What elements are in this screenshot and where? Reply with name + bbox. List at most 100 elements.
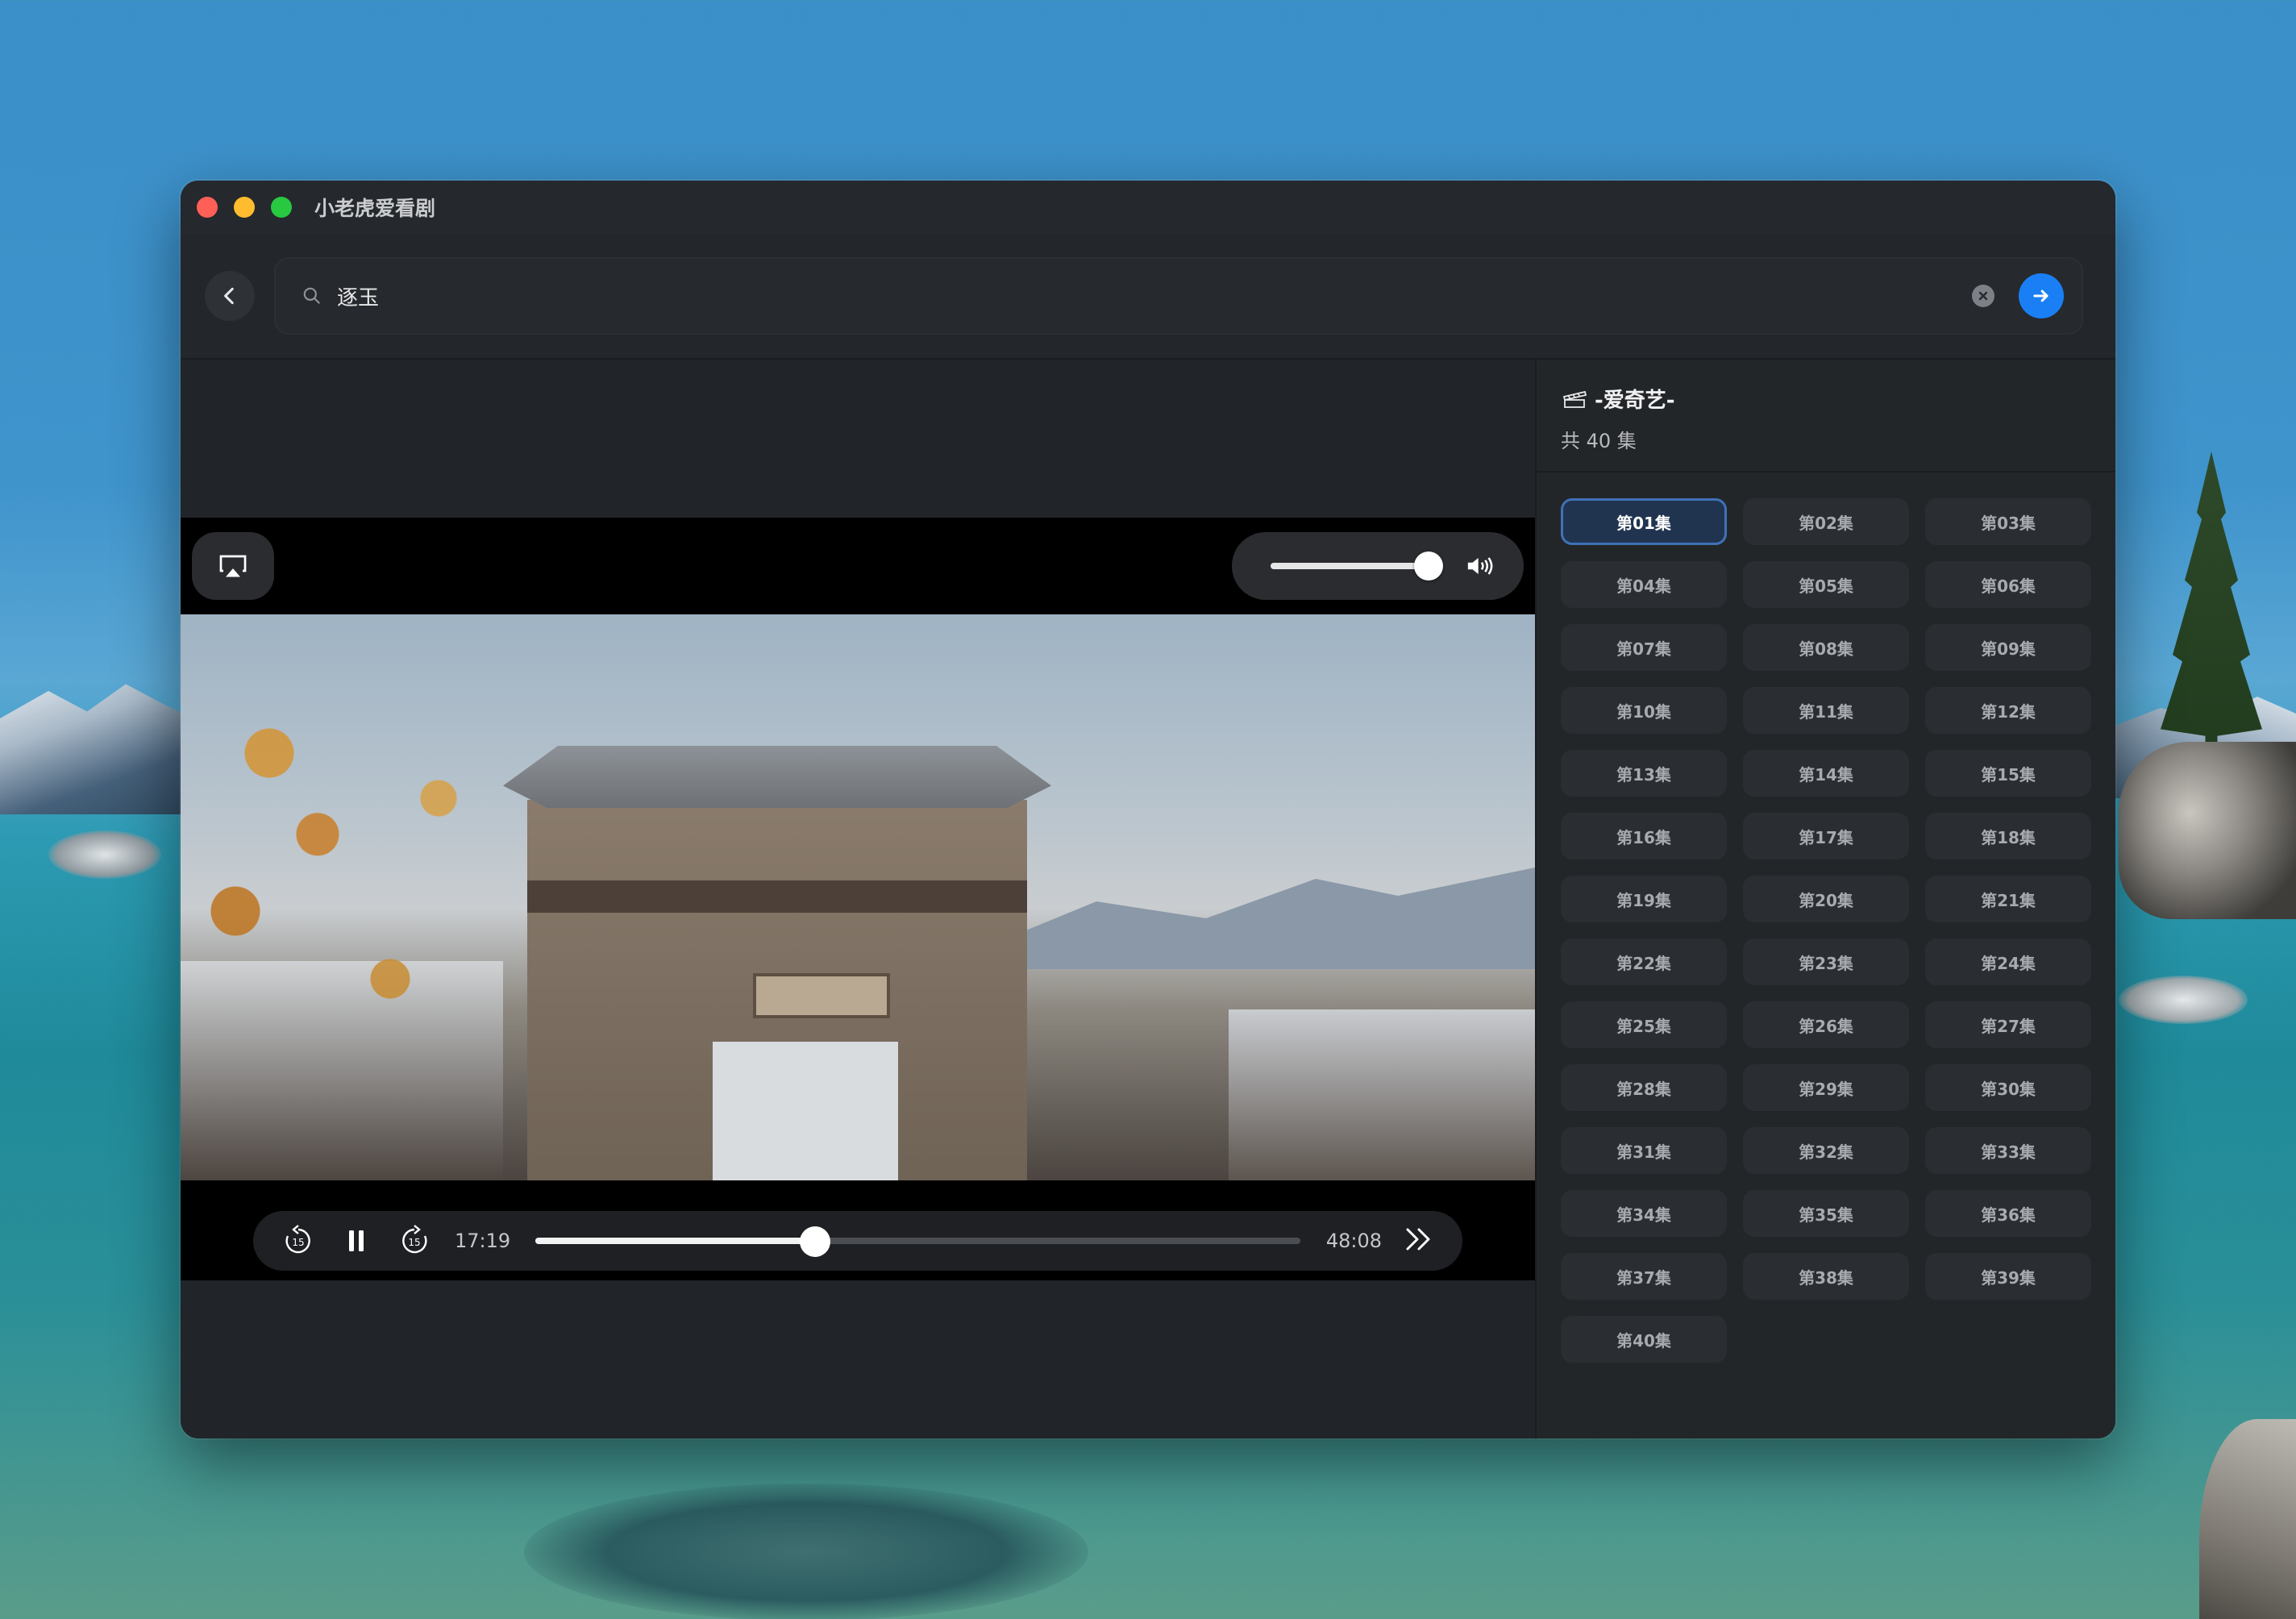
close-window-button[interactable] [197, 197, 218, 218]
episode-sidebar: -爱奇艺- 共 40 集 第01集 第02集 第03集第04集 第05集 第06集第07… [1535, 360, 2115, 1438]
current-time: 17:19 [455, 1230, 511, 1252]
volume-slider[interactable] [1271, 551, 1443, 581]
episode-button[interactable]: 第26集 [1743, 1001, 1909, 1048]
volume-slider-knob[interactable] [1414, 551, 1443, 581]
desktop-rock [48, 830, 161, 879]
progress-knob[interactable] [800, 1226, 831, 1257]
svg-text:15: 15 [408, 1237, 420, 1248]
volume-control [1232, 532, 1524, 600]
app-window: 小老虎爱看剧 逐玉 15 15 17:19 48:08 -爱奇艺- 共 40 集… [181, 181, 2115, 1438]
back-button[interactable] [205, 271, 255, 321]
search-icon [303, 287, 320, 304]
episode-button[interactable]: 第14集 [1743, 750, 1909, 797]
episode-button[interactable]: 第31集 [1561, 1127, 1727, 1174]
progress-fill [535, 1238, 816, 1244]
episode-button[interactable]: 第32集 [1743, 1127, 1909, 1174]
desktop-rocks [2119, 742, 2296, 919]
progress-slider[interactable] [535, 1226, 1300, 1257]
episode-button[interactable]: 第40集 [1561, 1316, 1727, 1363]
episode-button[interactable]: 第38集 [1743, 1253, 1909, 1300]
airplay-icon [219, 555, 247, 577]
desktop-seabed [524, 1484, 1088, 1619]
episode-button[interactable]: 第29集 [1743, 1064, 1909, 1111]
scene-sign [753, 973, 890, 1018]
episode-button[interactable]: 第02集 [1743, 498, 1909, 545]
pause-button[interactable] [339, 1223, 374, 1259]
episode-button[interactable]: 第01集 [1561, 498, 1727, 545]
episode-button[interactable]: 第12集 [1925, 687, 2091, 734]
video-player[interactable]: 15 15 17:19 48:08 [181, 518, 1535, 1280]
desktop-rock [2199, 1419, 2296, 1619]
clapperboard-icon [1562, 390, 1587, 408]
episode-button[interactable]: 第24集 [1925, 939, 2091, 985]
toolbar: 逐玉 [181, 234, 2115, 360]
episode-button[interactable]: 第13集 [1561, 750, 1727, 797]
scene-house [1229, 1009, 1535, 1180]
skip-forward-15-icon: 15 [402, 1225, 427, 1254]
episode-button[interactable]: 第16集 [1561, 813, 1727, 859]
svg-text:15: 15 [292, 1237, 304, 1248]
zoom-window-button[interactable] [271, 197, 292, 218]
episode-button[interactable]: 第23集 [1743, 939, 1909, 985]
speaker-volume-icon[interactable] [1466, 554, 1498, 578]
double-chevron-right-icon [1406, 1228, 1430, 1251]
source-name: -爱奇艺- [1595, 389, 1675, 413]
episode-button[interactable]: 第33集 [1925, 1127, 2091, 1174]
episode-button[interactable]: 第06集 [1925, 561, 2091, 608]
search-submit-button[interactable] [2019, 273, 2064, 318]
episode-button[interactable]: 第05集 [1743, 561, 1909, 608]
episode-button[interactable]: 第15集 [1925, 750, 2091, 797]
airplay-button[interactable] [192, 532, 274, 600]
video-frame [181, 614, 1535, 1180]
episode-button[interactable]: 第09集 [1925, 624, 2091, 671]
clear-search-button[interactable] [1972, 285, 1994, 307]
episode-button[interactable]: 第07集 [1561, 624, 1727, 671]
episode-button[interactable]: 第34集 [1561, 1190, 1727, 1237]
skip-back-15-icon: 15 [285, 1225, 310, 1254]
pause-icon [349, 1230, 364, 1251]
scene-gate-door [713, 1042, 898, 1180]
episode-button[interactable]: 第03集 [1925, 498, 2091, 545]
episode-button[interactable]: 第17集 [1743, 813, 1909, 859]
episode-count: 共 40 集 [1561, 430, 1637, 452]
window-title: 小老虎爱看剧 [314, 197, 436, 220]
arrow-right-icon [2033, 289, 2049, 302]
source-row: -爱奇艺- [1561, 384, 2091, 414]
search-field[interactable]: 逐玉 [274, 257, 2083, 335]
episode-button[interactable]: 第18集 [1925, 813, 2091, 859]
episode-grid: 第01集 第02集 第03集第04集 第05集 第06集第07集 第08集 第09集第10集… [1537, 472, 2115, 1388]
chevron-left-icon [224, 287, 234, 305]
episode-button[interactable]: 第27集 [1925, 1001, 2091, 1048]
minimize-window-button[interactable] [234, 197, 255, 218]
next-episode-button[interactable] [1404, 1226, 1433, 1255]
skip-forward-button[interactable]: 15 [397, 1223, 432, 1259]
player-area: 15 15 17:19 48:08 [181, 360, 1535, 1438]
episode-button[interactable]: 第08集 [1743, 624, 1909, 671]
episode-button[interactable]: 第19集 [1561, 876, 1727, 922]
scene-mountain [987, 868, 1535, 969]
episode-button[interactable]: 第35集 [1743, 1190, 1909, 1237]
episode-button[interactable]: 第36集 [1925, 1190, 2091, 1237]
scene-branch-leaves [181, 663, 632, 1114]
episode-button[interactable]: 第22集 [1561, 939, 1727, 985]
main-content: 15 15 17:19 48:08 -爱奇艺- 共 40 集 第01集 第02集… [181, 360, 2115, 1438]
skip-back-button[interactable]: 15 [281, 1223, 316, 1259]
episode-button[interactable]: 第39集 [1925, 1253, 2091, 1300]
episode-button[interactable]: 第10集 [1561, 687, 1727, 734]
total-time: 48:08 [1325, 1230, 1382, 1252]
search-input[interactable]: 逐玉 [337, 281, 1972, 311]
source-header: -爱奇艺- 共 40 集 [1537, 360, 2115, 472]
episode-button[interactable]: 第20集 [1743, 876, 1909, 922]
episode-button[interactable]: 第37集 [1561, 1253, 1727, 1300]
title-bar: 小老虎爱看剧 [181, 181, 2115, 234]
episode-button[interactable]: 第04集 [1561, 561, 1727, 608]
close-icon [1978, 291, 1988, 301]
desktop-rock [2119, 976, 2248, 1024]
episode-button[interactable]: 第30集 [1925, 1064, 2091, 1111]
episode-button[interactable]: 第25集 [1561, 1001, 1727, 1048]
episode-button[interactable]: 第21集 [1925, 876, 2091, 922]
desktop-mountains-left [0, 684, 193, 814]
episode-button[interactable]: 第28集 [1561, 1064, 1727, 1111]
episode-button[interactable]: 第11集 [1743, 687, 1909, 734]
playback-controls: 15 15 17:19 48:08 [253, 1211, 1462, 1271]
